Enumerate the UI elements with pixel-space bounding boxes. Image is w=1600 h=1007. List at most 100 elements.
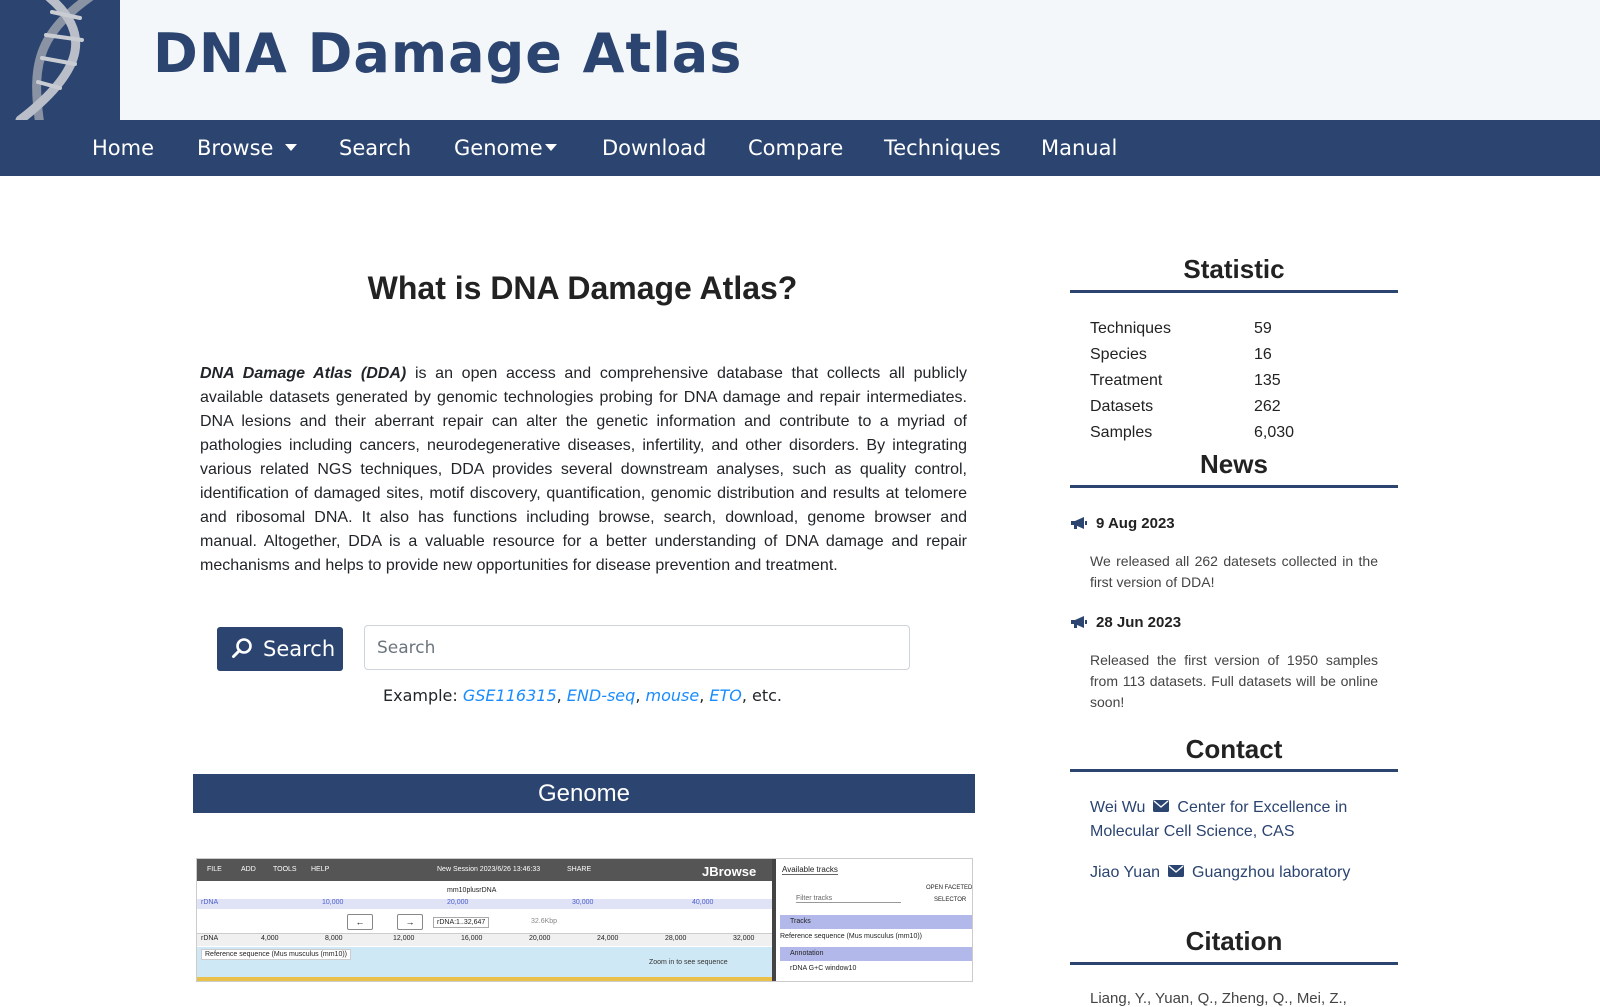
nav-search[interactable]: Search [339,120,411,176]
news-text-2: Released the first version of 1950 sampl… [1090,652,1378,710]
stat-label: Species [1090,346,1147,363]
nav-compare[interactable]: Compare [748,120,843,176]
jbrowse-view: mm10plusrDNA rDNA 10,000 20,000 30,000 4… [197,881,772,981]
contact-heading: Contact [1185,734,1283,764]
jb-locus-input[interactable]: rDNA:1..32,647 [433,917,490,928]
jbrowse-menubar: FILE ADD TOOLS HELP New Session 2023/6/2… [197,859,772,881]
main-nav: Home Browse Search Genome Download Compa… [0,120,1600,176]
jb-menu-file[interactable]: FILE [207,866,222,873]
intro-paragraph: DNA Damage Atlas (DDA) is an open access… [200,362,967,578]
jb-available-tracks[interactable]: Available tracks [782,865,838,875]
jb-bottom-strip [197,977,772,981]
chevron-down-icon [285,144,298,151]
contact-name-link[interactable]: Wei Wu [1090,799,1145,816]
jb-tracks-group-label: Tracks [790,918,811,925]
stat-label: Treatment [1090,372,1163,389]
envelope-icon[interactable] [1168,865,1184,878]
news-heading: News [1200,449,1268,479]
envelope-icon[interactable] [1153,800,1170,813]
jb-overview-bar [197,899,772,909]
jb-ruler-chrom: rDNA [201,935,219,942]
genome-heading: Genome [193,774,975,813]
jb-ruler-tick: 12,000 [393,935,415,942]
nav-browse-dropdown[interactable]: Browse [197,120,298,176]
statistic-divider [1070,290,1398,293]
example-link-eto[interactable]: ETO [709,686,741,705]
intro-bold-name: DNA Damage Atlas (DDA) [200,365,407,382]
site-title: DNA Damage Atlas [153,22,743,85]
example-link-mouse[interactable]: mouse [645,686,699,705]
citation-heading: Citation [1185,926,1283,956]
nav-download[interactable]: Download [602,120,706,176]
jb-selector[interactable]: SELECTOR [934,897,966,903]
site-header: DNA Damage Atlas [0,0,1600,120]
jb-menu-add[interactable]: ADD [241,866,256,873]
example-link-endseq[interactable]: END-seq [567,686,636,705]
nav-manual[interactable]: Manual [1041,120,1117,176]
jb-session-name: New Session 2023/6/26 13:46:33 [437,866,541,873]
news-date-text: 9 Aug 2023 [1096,515,1175,532]
jb-back-button[interactable]: ← [347,914,373,930]
search-button[interactable]: Search [217,627,343,671]
dna-helix-logo[interactable] [0,0,120,120]
jb-assembly: mm10plusrDNA [447,887,497,894]
example-label: Example: [382,686,463,705]
stat-value: 6,030 [1254,424,1295,441]
contact-divider [1070,769,1398,772]
stat-value: 59 [1254,320,1272,337]
citation-divider [1070,962,1398,965]
stat-value: 262 [1254,398,1281,415]
jb-ruler-tick: 8,000 [325,935,343,942]
jbrowse-screenshot[interactable]: FILE ADD TOOLS HELP New Session 2023/6/2… [196,858,973,982]
contact-entry-2: Jiao Yuan Guangzhou laboratory [1090,861,1390,885]
jb-forward-button[interactable]: → [397,914,423,930]
stat-label: Datasets [1090,398,1154,415]
jb-ruler-tick: 4,000 [261,935,279,942]
megaphone-icon [1071,615,1087,628]
megaphone-icon [1071,516,1087,529]
jb-ruler-tick: 32,000 [733,935,755,942]
jb-share-button[interactable]: SHARE [567,866,591,873]
chevron-down-icon [544,144,557,151]
jb-gc-track[interactable]: rDNA G+C window10 [790,965,856,972]
jb-annotation-group-label: Annotation [790,950,824,957]
jb-span: 32.6Kbp [531,918,558,925]
nav-genome-dropdown[interactable]: Genome [454,120,557,176]
jb-ruler-tick: 28,000 [665,935,687,942]
example-link-gse[interactable]: GSE116315 [463,686,557,705]
stat-value: 16 [1254,346,1272,363]
jb-ruler-tick: 16,000 [461,935,483,942]
jb-chrom-label: rDNA [201,899,219,906]
jb-menu-tools[interactable]: TOOLS [273,866,297,873]
nav-genome-label: Genome [454,136,543,160]
nav-browse-label: Browse [197,136,274,160]
citation-text: Liang, Y., Yuan, Q., Zheng, Q., Mei, Z., [1090,990,1347,1007]
search-button-label: Search [263,637,336,661]
jb-overview-tick: 40,000 [692,899,714,906]
stat-value: 135 [1254,372,1281,389]
jb-annotation-group[interactable]: Annotation [780,947,972,961]
example-etc: , etc. [741,686,783,705]
example-separator: , [699,686,710,705]
news-text-1: We released all 262 datesets collected i… [1090,553,1378,590]
nav-techniques[interactable]: Techniques [884,120,1001,176]
contact-org: Guangzhou laboratory [1192,864,1351,881]
jb-track-checkbox-ref[interactable]: Reference sequence (Mus musculus (mm10)) [780,933,922,940]
search-examples: Example: GSE116315, END-seq, mouse, ETO,… [190,686,975,705]
statistic-heading: Statistic [1183,254,1285,284]
stat-label: Techniques [1090,320,1171,337]
nav-home[interactable]: Home [92,120,154,176]
jb-tracks-group[interactable]: Tracks [780,915,972,929]
jb-filter-tracks[interactable]: Filter tracks [796,895,901,903]
jb-menu-help[interactable]: HELP [311,866,329,873]
contact-name-link[interactable]: Jiao Yuan [1090,864,1160,881]
example-separator: , [556,686,567,705]
example-separator: , [635,686,646,705]
jb-ruler-tick: 24,000 [597,935,619,942]
news-date-1: 9 Aug 2023 [1070,515,1175,532]
news-divider [1070,485,1398,488]
jb-track-label[interactable]: Reference sequence (Mus musculus (mm10)) [201,949,351,960]
jb-track-selector: Available tracks Filter tracks OPEN FACE… [772,859,972,981]
jb-open-faceted[interactable]: OPEN FACETED [926,885,972,891]
search-input[interactable] [364,625,910,670]
